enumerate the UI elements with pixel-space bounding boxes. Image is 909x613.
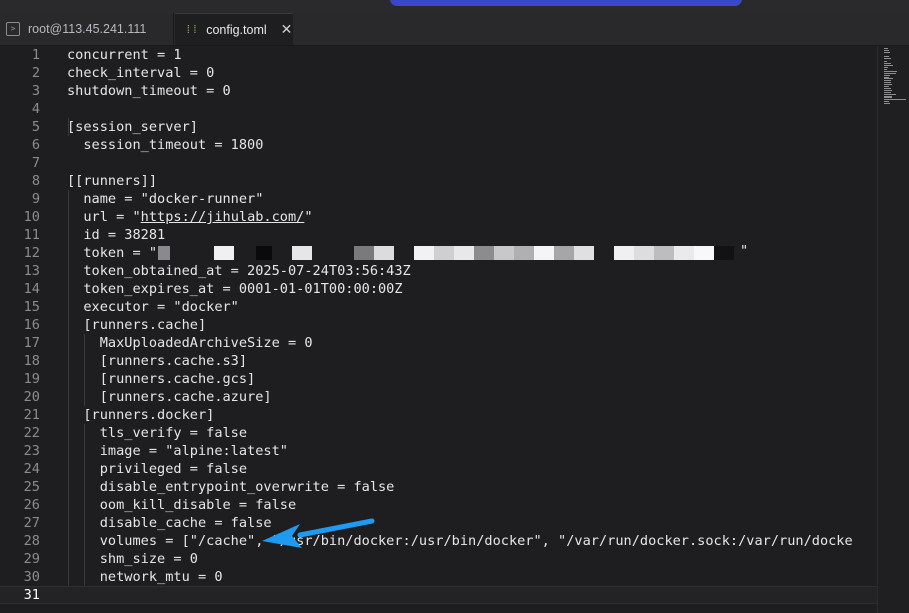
arrow-icon bbox=[262, 518, 375, 548]
